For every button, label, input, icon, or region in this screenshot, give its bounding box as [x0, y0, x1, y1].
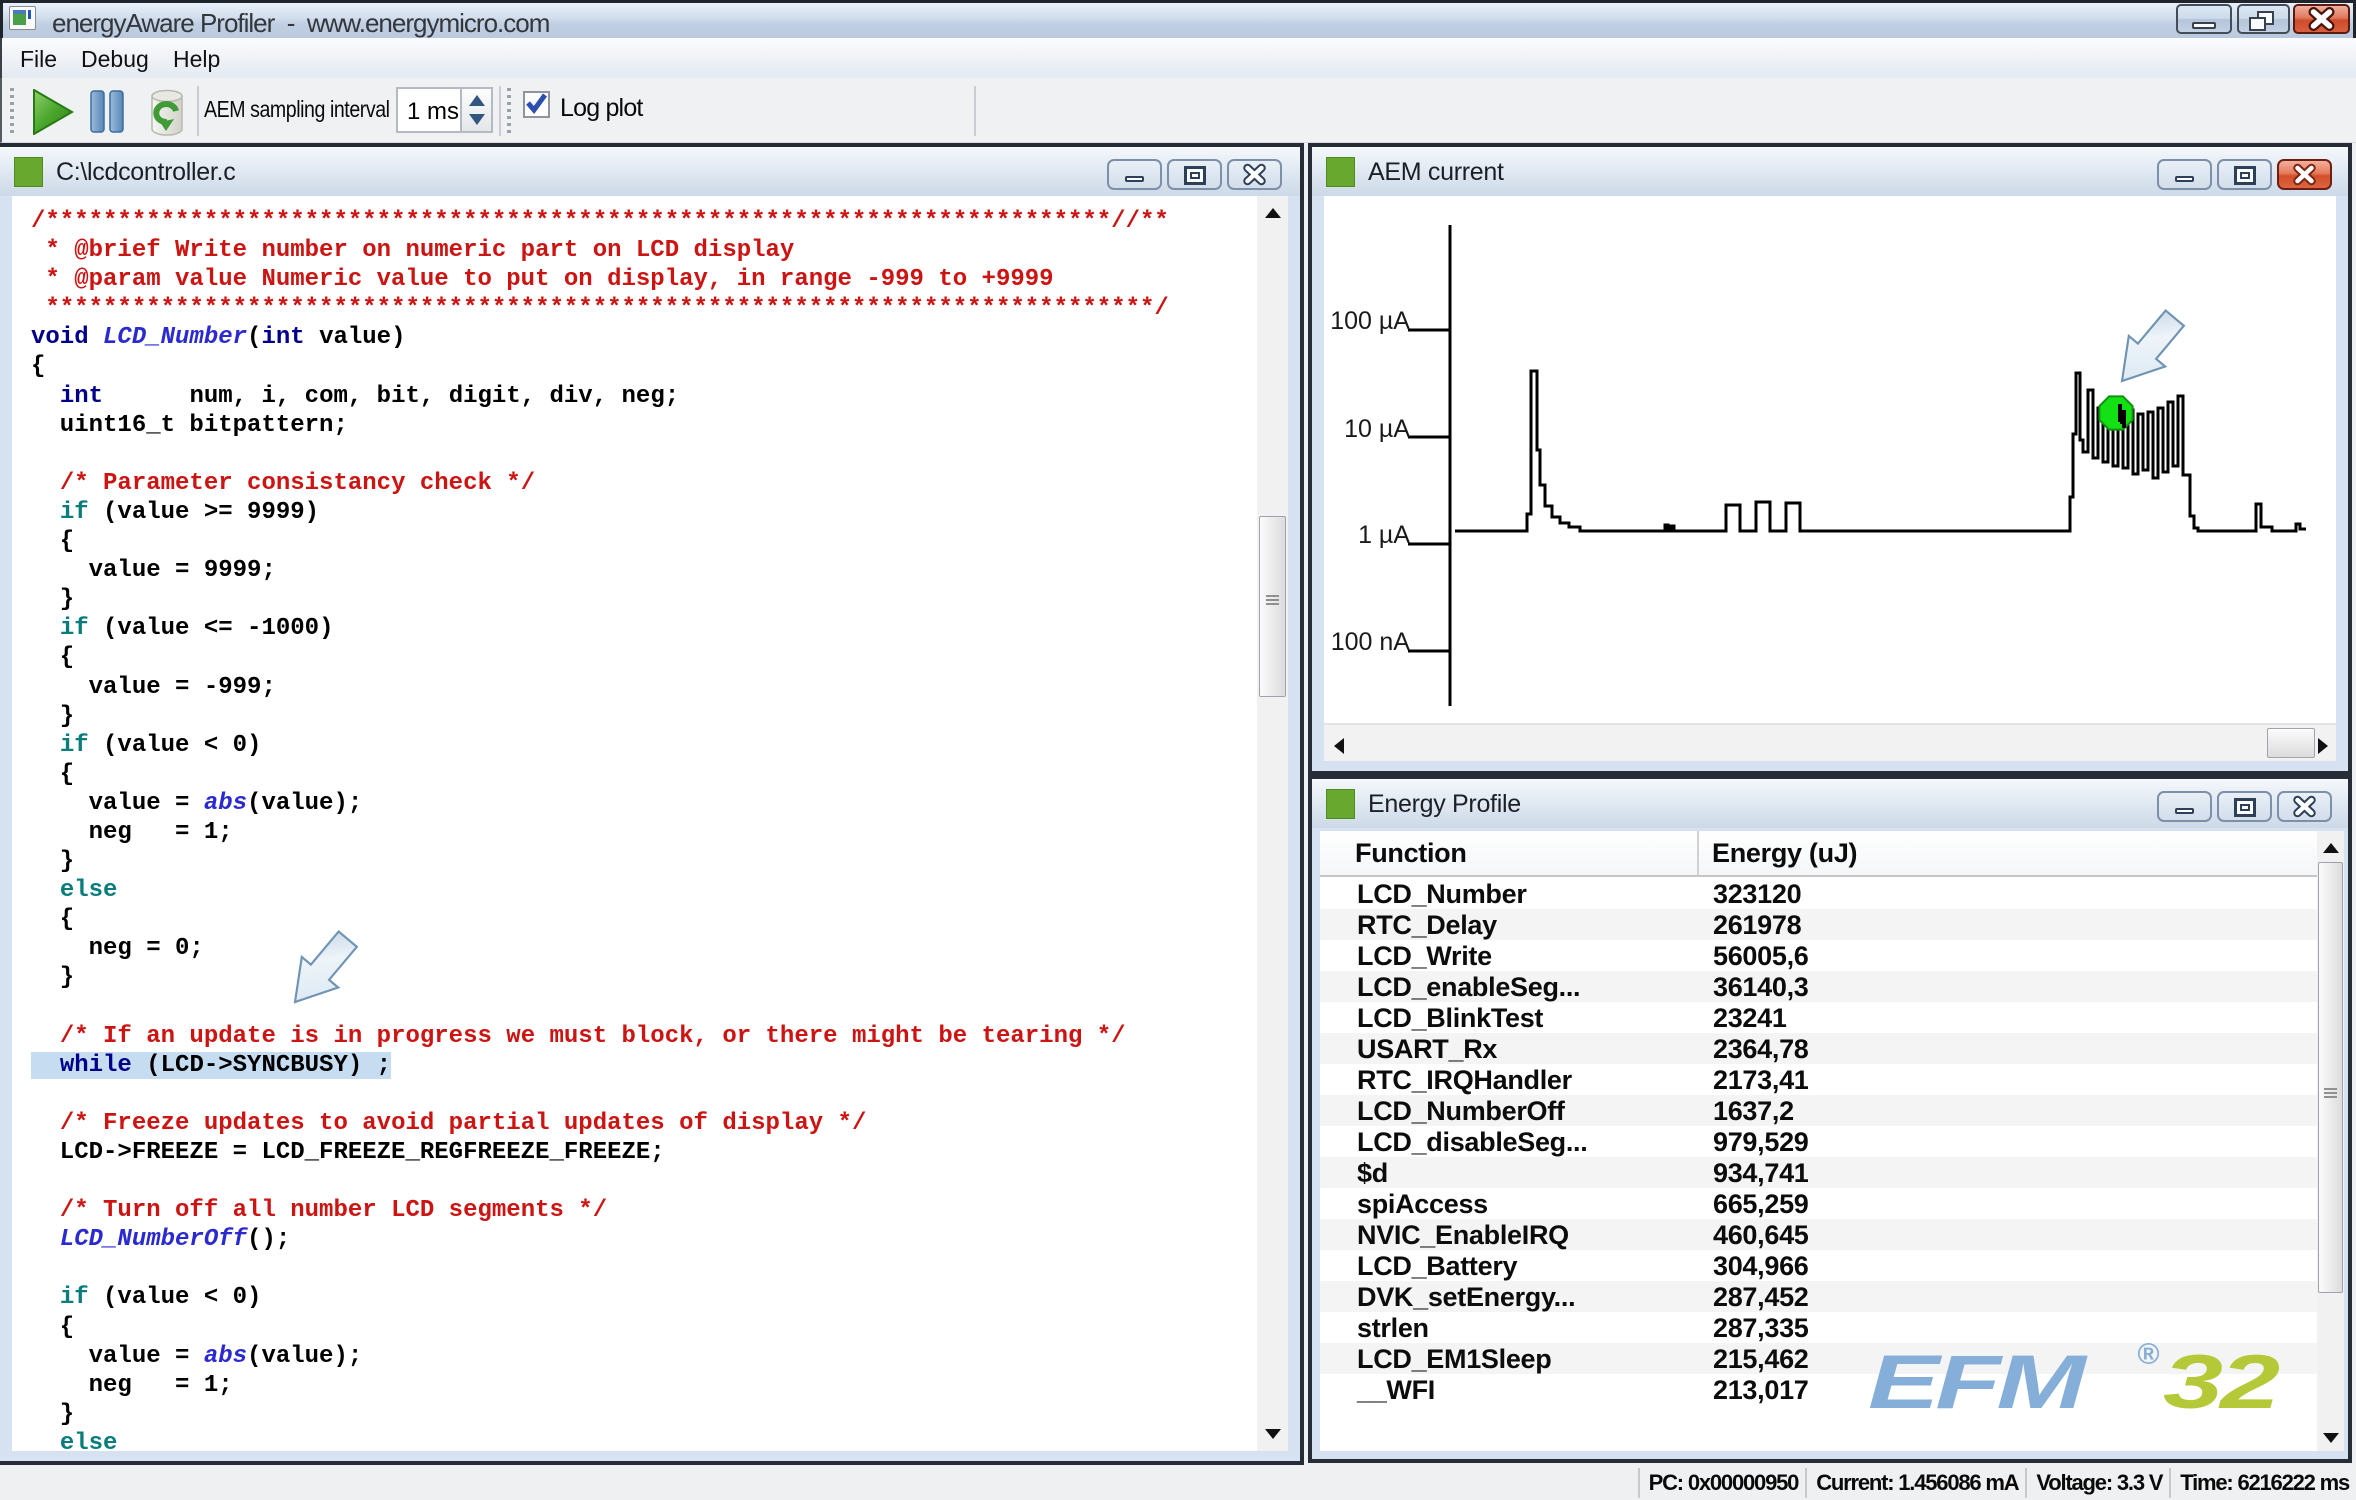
svg-text:1 µA: 1 µA — [1358, 521, 1410, 549]
svg-text:10 µA: 10 µA — [1344, 415, 1410, 443]
svg-text:100 nA: 100 nA — [1331, 628, 1411, 656]
svg-text:100 µA: 100 µA — [1330, 307, 1410, 335]
